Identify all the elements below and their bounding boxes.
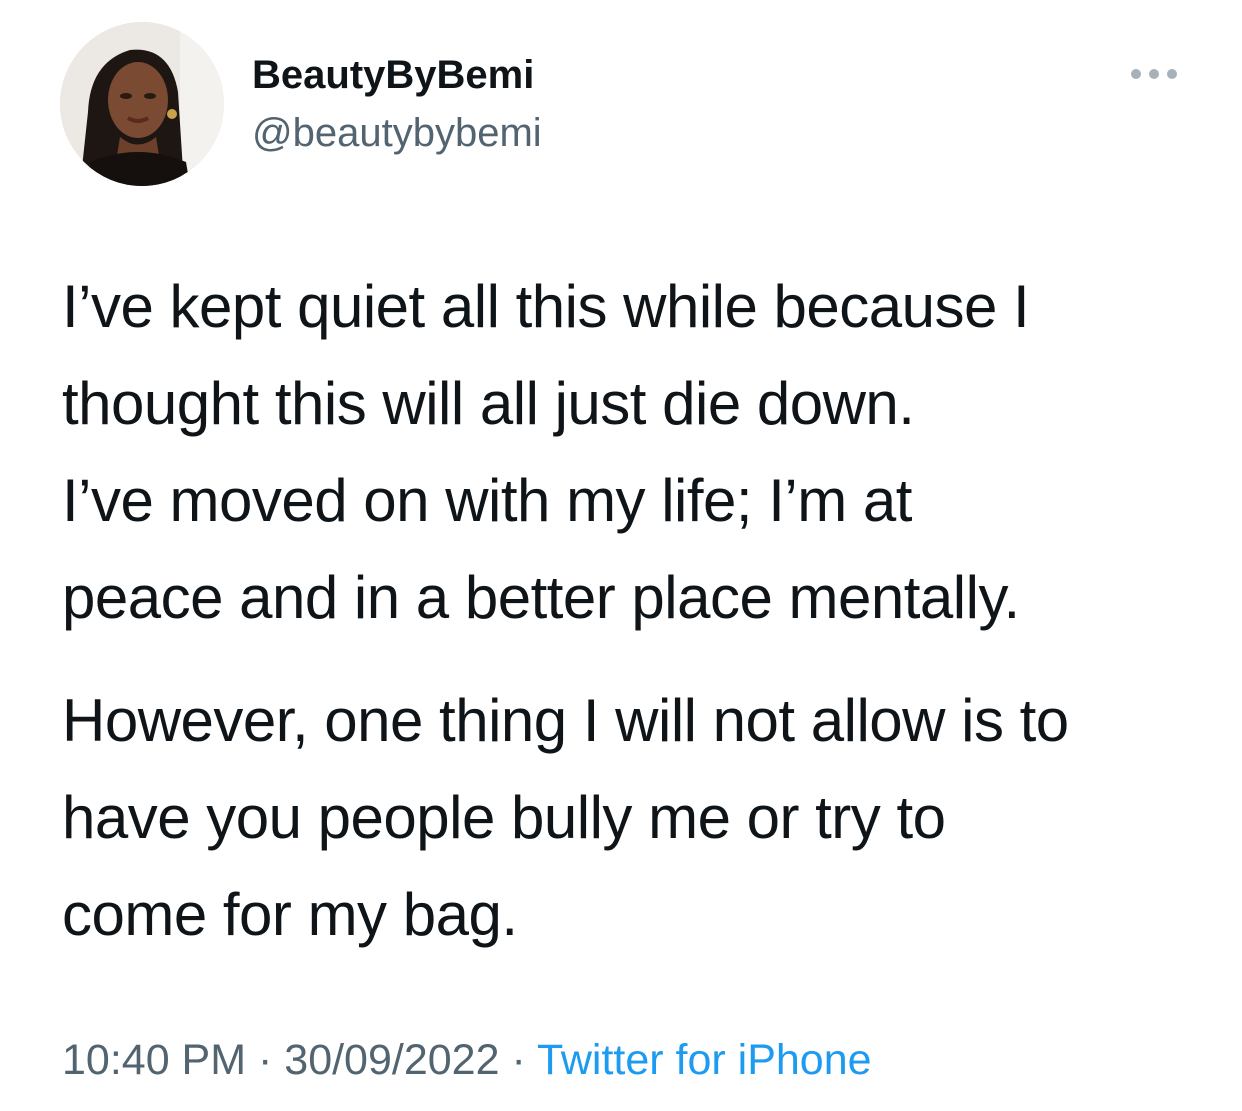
meta-separator: ·	[246, 1036, 285, 1084]
tweet-line: However, one thing I will not allow is t…	[62, 687, 1069, 754]
tweet-paragraph: I’ve kept quiet all this while because I…	[62, 258, 1212, 646]
avatar-image	[60, 22, 224, 186]
tweet-source-link[interactable]: Twitter for iPhone	[537, 1036, 872, 1084]
more-horizontal-icon[interactable]	[1126, 60, 1182, 88]
display-name[interactable]: BeautyByBemi	[252, 52, 534, 98]
tweet-line: peace and in a better place mentally.	[62, 564, 1020, 631]
meta-separator: ·	[499, 1036, 537, 1084]
tweet-card: BeautyByBemi @beautybybemi I’ve kept qui…	[0, 0, 1242, 1111]
tweet-time[interactable]: 10:40 PM	[62, 1036, 246, 1084]
tweet-meta: 10:40 PM · 30/09/2022 · Twitter for iPho…	[62, 1032, 872, 1088]
tweet-text: I’ve kept quiet all this while because I…	[62, 258, 1212, 963]
tweet-line: thought this will all just die down.	[62, 370, 915, 437]
tweet-date[interactable]: 30/09/2022	[284, 1036, 499, 1084]
tweet-paragraph: However, one thing I will not allow is t…	[62, 672, 1212, 963]
tweet-line: have you people bully me or try to	[62, 784, 946, 851]
tweet-line: come for my bag.	[62, 881, 518, 948]
avatar[interactable]	[60, 22, 224, 186]
user-handle[interactable]: @beautybybemi	[252, 110, 542, 156]
tweet-line: I’ve moved on with my life; I’m at	[62, 467, 912, 534]
tweet-line: I’ve kept quiet all this while because I	[62, 273, 1030, 340]
